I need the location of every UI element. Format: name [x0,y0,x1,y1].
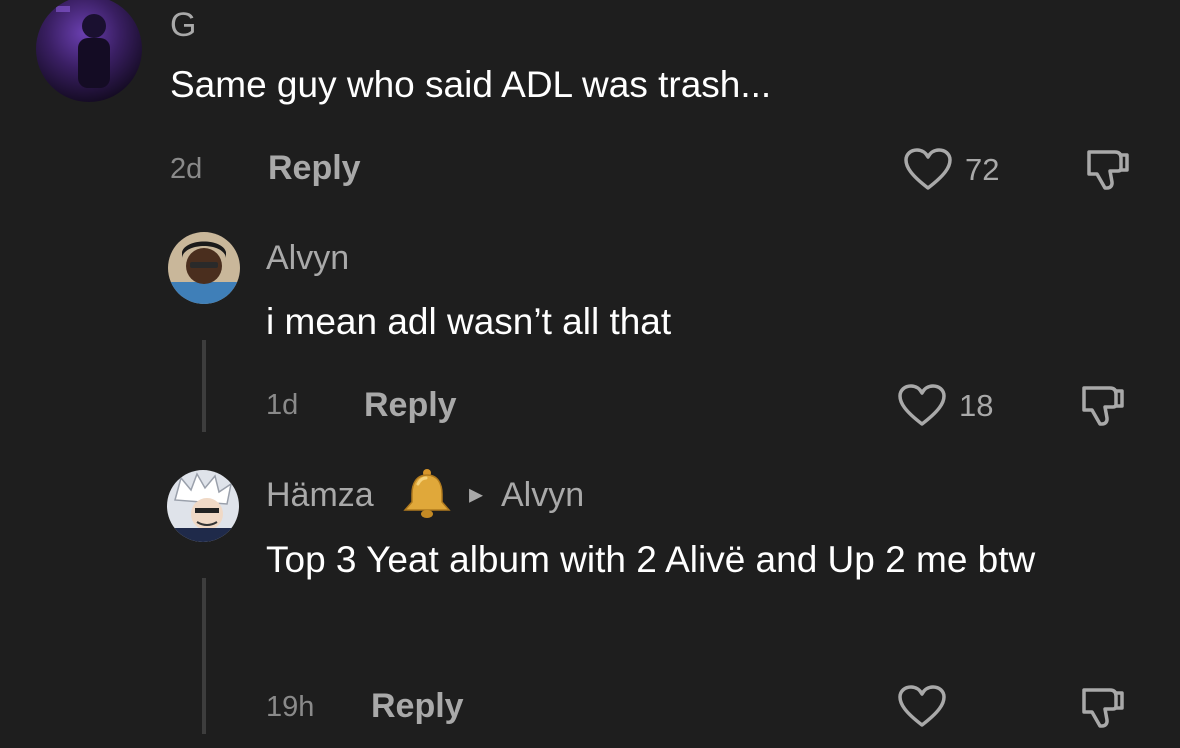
comment-text: Top 3 Yeat album with 2 Alivë and Up 2 m… [266,539,1036,580]
bell-icon [400,468,454,520]
reply-button[interactable]: Reply [268,151,361,185]
thread-line [202,578,206,734]
like-button[interactable]: 72 [903,146,1013,192]
comment-text: i mean adl wasn’t all that [266,301,672,342]
dislike-button[interactable] [1083,146,1133,196]
comment-time: 1d [266,389,299,421]
dislike-button[interactable] [1078,684,1128,734]
like-count: 72 [965,152,1000,187]
thread-line [202,340,206,432]
reply-button[interactable]: Reply [371,689,464,723]
thumbs-down-icon [1087,150,1129,190]
avatar-alvyn[interactable] [168,232,240,304]
heart-icon [898,384,946,426]
like-count: 18 [959,388,994,423]
reply-to-username[interactable]: Alvyn [501,478,584,512]
comment-username[interactable]: G [170,8,196,42]
comment-text: Same guy who said ADL was trash... [170,64,772,105]
heart-icon [898,685,946,727]
reply-button[interactable]: Reply [364,388,457,422]
thumbs-down-icon [1082,688,1124,728]
comment-time: 2d [170,153,203,185]
dislike-button[interactable] [1078,382,1128,432]
avatar-image [167,472,239,542]
comment-username[interactable]: Alvyn [266,241,349,275]
avatar-hamza[interactable] [167,470,239,542]
reply-to-arrow: ▸ [469,478,484,509]
comment-username[interactable]: Hämza [266,478,374,512]
like-button[interactable]: 18 [897,382,1007,428]
thumbs-down-icon [1082,386,1124,426]
avatar-image [168,241,240,304]
heart-icon [904,148,952,190]
avatar-image [56,6,110,88]
avatar-g[interactable] [36,0,142,102]
like-button[interactable] [897,685,947,731]
comment-time: 19h [266,691,315,723]
